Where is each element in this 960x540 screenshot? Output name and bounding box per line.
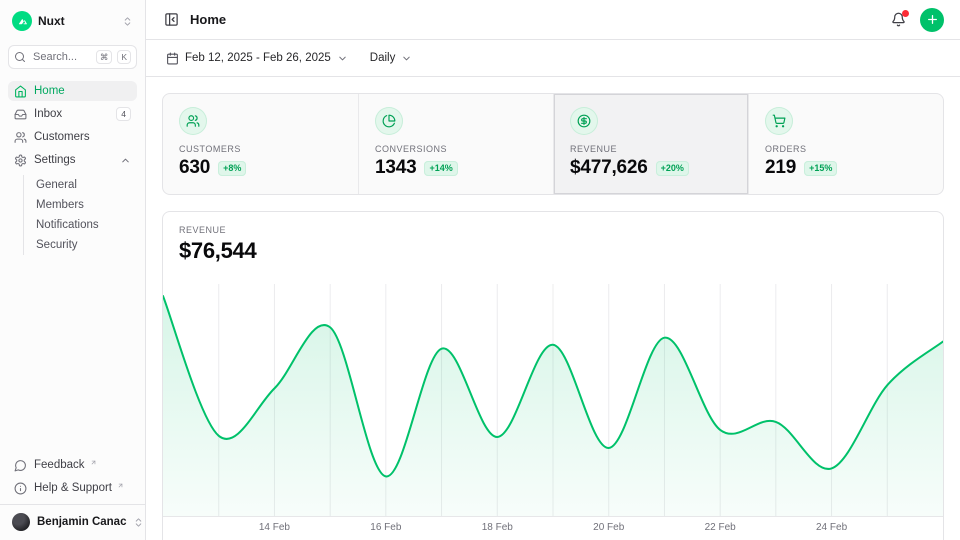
page-content: CUSTOMERS 630 +8% CONVERSIONS 1343 +14%	[146, 77, 960, 540]
date-range-label: Feb 12, 2025 - Feb 26, 2025	[185, 52, 331, 64]
sidebar-nav: Home Inbox 4 Customers Settings	[8, 81, 137, 257]
period-label: Daily	[370, 52, 396, 64]
workspace-name: Nuxt	[38, 14, 116, 28]
x-axis-tick: 24 Feb	[816, 522, 847, 533]
home-icon	[14, 85, 27, 98]
kbd-k: K	[117, 50, 131, 64]
sidebar-item-label: Inbox	[34, 108, 109, 120]
revenue-chart-card: REVENUE $76,544 14 Feb 16 Feb 18 Feb 20 Feb…	[162, 211, 944, 540]
stat-value: 219	[765, 157, 796, 179]
sidebar-footer: Feedback Help & Support	[8, 455, 137, 504]
stat-card-revenue[interactable]: REVENUE $477,626 +20%	[553, 94, 748, 194]
revenue-area-chart[interactable]	[163, 284, 943, 517]
stat-value: 1343	[375, 157, 416, 179]
stat-delta-badge: +20%	[656, 161, 689, 176]
sidebar-item-feedback[interactable]: Feedback	[8, 455, 137, 475]
gear-icon	[14, 154, 27, 167]
new-item-button[interactable]	[920, 8, 944, 32]
x-axis-tick: 22 Feb	[705, 522, 736, 533]
chart-header: REVENUE $76,544	[163, 212, 943, 284]
circle-dollar-icon	[570, 107, 598, 135]
settings-sub-list: General Members Notifications Security	[23, 175, 137, 255]
shopping-cart-icon	[765, 107, 793, 135]
sidebar-item-inbox[interactable]: Inbox 4	[8, 104, 137, 124]
stat-label: ORDERS	[765, 144, 927, 154]
main-panel: Home Feb 12, 2	[146, 0, 960, 540]
inbox-count-badge: 4	[116, 107, 131, 121]
inbox-icon	[14, 108, 27, 121]
sidebar-item-label: Feedback	[34, 459, 85, 471]
search-input[interactable]	[31, 50, 91, 64]
stat-delta-badge: +14%	[424, 161, 457, 176]
user-menu[interactable]: Benjamin Canac	[0, 504, 145, 540]
page-header: Home	[146, 0, 960, 40]
message-circle-icon	[14, 459, 27, 472]
notifications-button[interactable]	[889, 10, 908, 29]
nuxt-logo-icon	[12, 11, 32, 31]
collapse-sidebar-button[interactable]	[162, 10, 181, 29]
stat-value: 630	[179, 157, 210, 179]
stat-card-customers[interactable]: CUSTOMERS 630 +8%	[163, 94, 358, 194]
stat-label: CUSTOMERS	[179, 144, 342, 154]
sidebar: Nuxt ⌘ K Home Inb	[0, 0, 146, 540]
users-icon	[179, 107, 207, 135]
stat-card-conversions[interactable]: CONVERSIONS 1343 +14%	[358, 94, 553, 194]
x-axis-tick: 20 Feb	[593, 522, 624, 533]
sidebar-item-label: Customers	[34, 131, 131, 143]
sidebar-item-general[interactable]: General	[24, 175, 137, 195]
sidebar-item-home[interactable]: Home	[8, 81, 137, 101]
chevron-down-icon	[401, 53, 412, 64]
chevron-up-icon	[120, 155, 131, 166]
external-link-icon	[117, 482, 124, 489]
stat-card-orders[interactable]: ORDERS 219 +15%	[748, 94, 943, 194]
workspace-switcher[interactable]: Nuxt	[8, 8, 137, 34]
date-range-picker[interactable]: Feb 12, 2025 - Feb 26, 2025	[162, 48, 352, 69]
sidebar-item-members[interactable]: Members	[24, 195, 137, 215]
chart-canvas	[163, 284, 943, 517]
sidebar-item-help-support[interactable]: Help & Support	[8, 478, 137, 498]
users-icon	[14, 131, 27, 144]
sidebar-item-settings[interactable]: Settings	[8, 150, 137, 170]
x-axis-tick: 18 Feb	[482, 522, 513, 533]
chevron-down-icon	[337, 53, 348, 64]
external-link-icon	[90, 459, 97, 466]
search-icon	[14, 51, 26, 63]
plus-icon	[926, 13, 939, 26]
avatar	[12, 513, 30, 531]
x-axis-tick: 16 Feb	[370, 522, 401, 533]
x-axis-tick: 14 Feb	[259, 522, 290, 533]
filter-toolbar: Feb 12, 2025 - Feb 26, 2025 Daily	[146, 40, 960, 77]
x-axis: 14 Feb 16 Feb 18 Feb 20 Feb 22 Feb 24 Feb	[163, 517, 943, 540]
sidebar-item-label: Help & Support	[34, 482, 112, 494]
chart-metric-label: REVENUE	[179, 225, 927, 235]
stat-label: REVENUE	[570, 144, 732, 154]
info-circle-icon	[14, 482, 27, 495]
sidebar-item-security[interactable]: Security	[24, 235, 137, 255]
chevrons-up-down-icon	[122, 16, 133, 27]
kbd-cmd: ⌘	[96, 50, 113, 64]
search-input-wrapper[interactable]: ⌘ K	[8, 45, 137, 69]
stat-delta-badge: +8%	[218, 161, 246, 176]
page-title: Home	[190, 12, 226, 27]
stats-row: CUSTOMERS 630 +8% CONVERSIONS 1343 +14%	[162, 93, 944, 195]
panel-left-close-icon	[164, 12, 179, 27]
stat-delta-badge: +15%	[804, 161, 837, 176]
notification-dot	[902, 10, 909, 17]
user-name: Benjamin Canac	[37, 516, 126, 528]
pie-chart-icon	[375, 107, 403, 135]
stat-label: CONVERSIONS	[375, 144, 537, 154]
sidebar-item-customers[interactable]: Customers	[8, 127, 137, 147]
sidebar-item-label: Settings	[34, 154, 113, 166]
stat-value: $477,626	[570, 157, 648, 179]
chart-metric-value: $76,544	[179, 238, 927, 264]
sidebar-item-notifications[interactable]: Notifications	[24, 215, 137, 235]
app-window: Nuxt ⌘ K Home Inb	[0, 0, 960, 540]
chevrons-up-down-icon	[133, 517, 144, 528]
calendar-icon	[166, 52, 179, 65]
period-select[interactable]: Daily	[366, 48, 417, 68]
sidebar-item-label: Home	[34, 85, 131, 97]
header-actions	[889, 8, 944, 32]
